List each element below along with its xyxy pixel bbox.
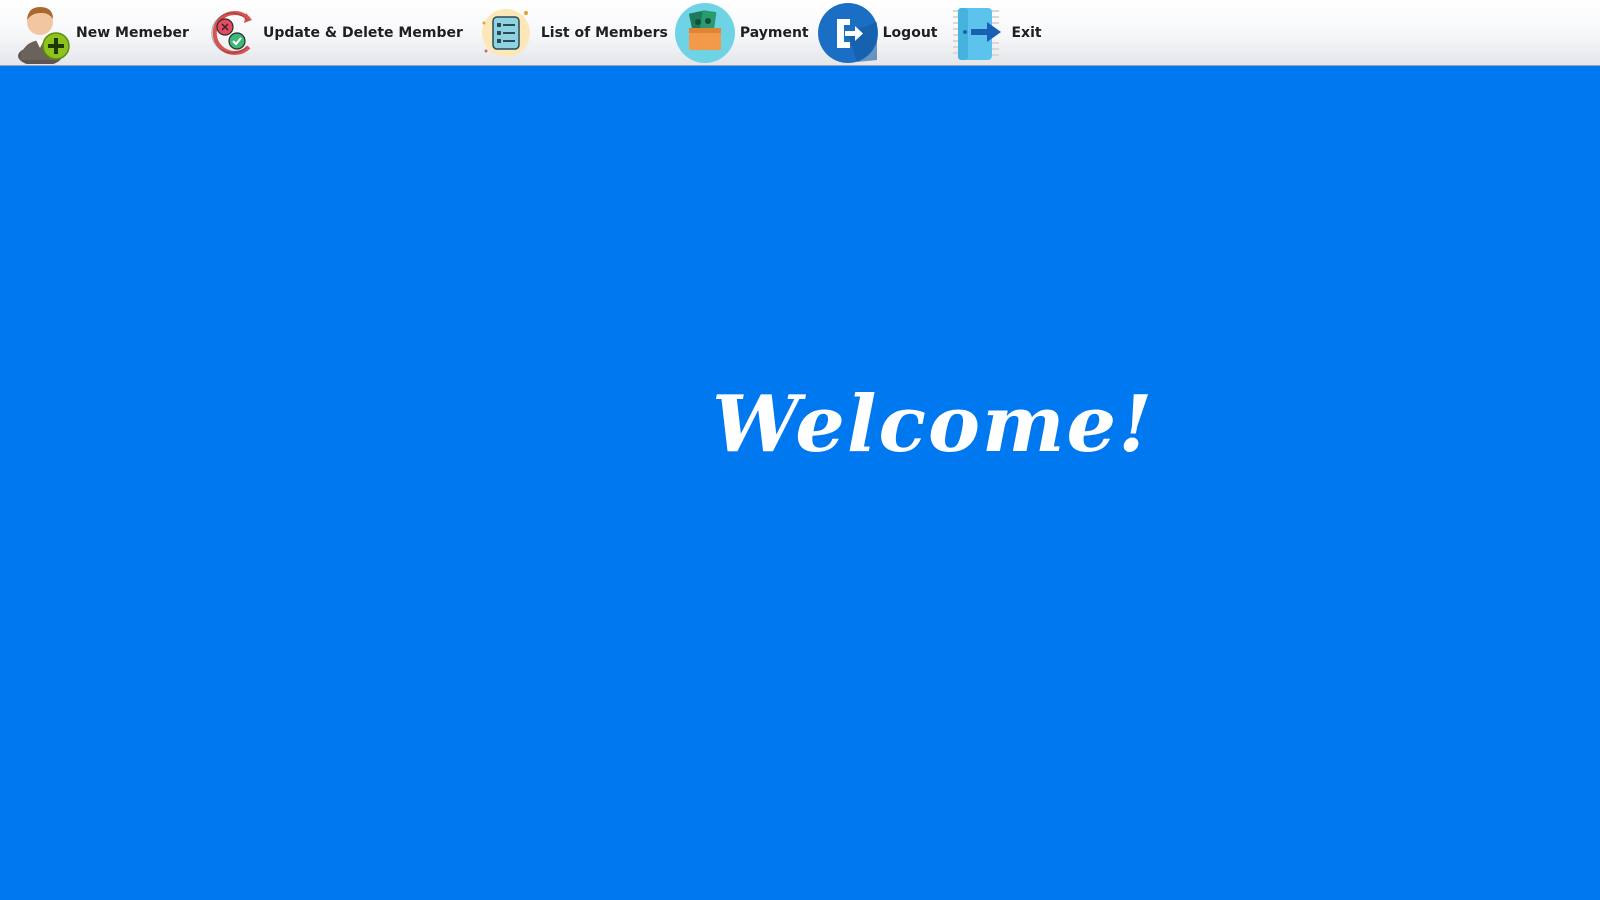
exit-button[interactable]: Exit [945, 0, 1042, 66]
list-of-members-label: List of Members [540, 24, 668, 41]
update-delete-member-button[interactable]: Update & Delete Member [203, 0, 463, 66]
welcome-heading: Welcome! [712, 379, 1155, 470]
add-user-icon [10, 2, 72, 64]
toolbar: New Memeber Update & Delete Member List … [0, 0, 1600, 66]
update-delete-member-label: Update & Delete Member [262, 24, 463, 41]
logout-button[interactable]: Logout [817, 0, 938, 66]
logout-label: Logout [882, 24, 938, 41]
exit-icon [945, 2, 1007, 64]
list-of-members-button[interactable]: List of Members [475, 0, 668, 66]
list-icon [475, 2, 537, 64]
new-member-button[interactable]: New Memeber [10, 0, 189, 66]
new-member-label: New Memeber [76, 24, 189, 41]
exit-label: Exit [1011, 24, 1042, 41]
payment-button[interactable]: Payment [674, 0, 809, 66]
logout-icon [817, 2, 879, 64]
payment-label: Payment [739, 24, 809, 41]
update-delete-icon [203, 2, 259, 64]
wallet-icon [674, 2, 736, 64]
